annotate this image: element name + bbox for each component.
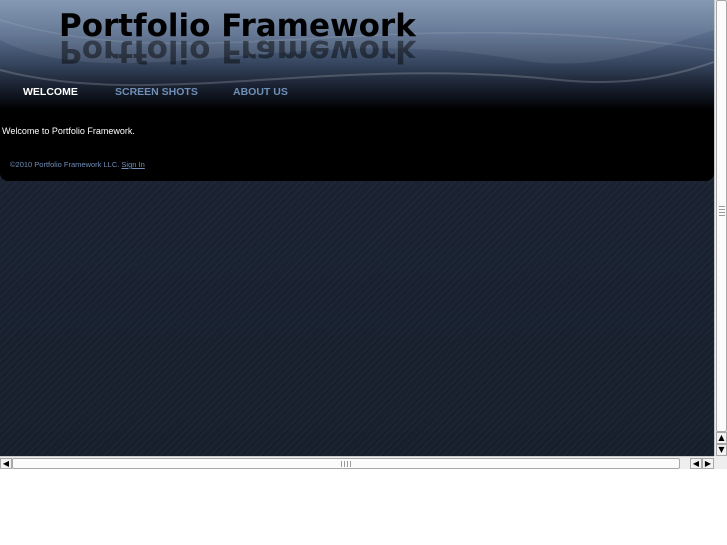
sign-in-link[interactable]: Sign In — [121, 160, 144, 169]
horizontal-grip-icon — [341, 461, 353, 467]
horizontal-scrollbar[interactable]: ◀ ◀ ▶ — [0, 456, 714, 469]
nav-item-about-us[interactable]: ABOUT US — [233, 86, 288, 98]
scrollbar-corner — [714, 456, 727, 469]
arrow-left-icon[interactable]: ◀ — [0, 458, 12, 469]
browser-viewport: Portfolio Framework Portfolio Framework … — [0, 0, 714, 456]
site-title: Portfolio Framework — [59, 8, 416, 44]
arrow-down-icon[interactable]: ▼ — [716, 444, 727, 456]
content-panel: Portfolio Framework Portfolio Framework … — [0, 0, 714, 181]
arrow-right-icon[interactable]: ▶ — [702, 458, 714, 469]
arrow-left-icon[interactable]: ◀ — [690, 458, 702, 469]
nav-item-welcome[interactable]: WELCOME — [23, 86, 78, 98]
nav-item-screen-shots[interactable]: SCREEN SHOTS — [115, 86, 198, 98]
horizontal-scroll-thumb[interactable] — [12, 458, 680, 469]
copyright-text: ©2010 Portfolio Framework LLC. — [10, 160, 120, 169]
vertical-grip-icon — [719, 206, 725, 216]
vertical-scrollbar[interactable]: ▲ ▼ — [714, 0, 727, 456]
welcome-message: Welcome to Portfolio Framework. — [2, 126, 135, 136]
arrow-up-icon[interactable]: ▲ — [716, 432, 727, 444]
vertical-scroll-thumb[interactable] — [716, 0, 727, 432]
main-navigation: WELCOME SCREEN SHOTS ABOUT US — [0, 86, 714, 102]
footer: ©2010 Portfolio Framework LLC. Sign In — [10, 160, 145, 169]
